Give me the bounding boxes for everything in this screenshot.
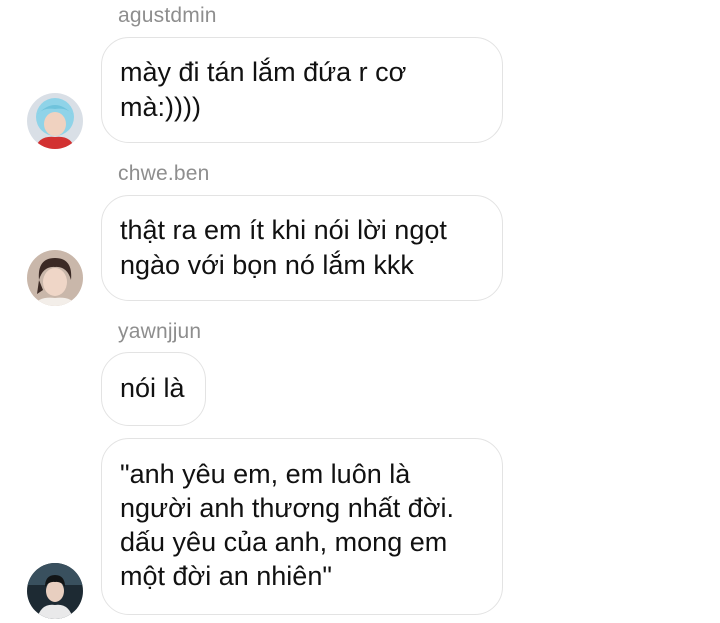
avatar-blue-hair-icon bbox=[27, 93, 83, 149]
avatar-dark-hair-icon bbox=[27, 250, 83, 306]
user-avatar[interactable] bbox=[27, 250, 83, 306]
message-username[interactable]: agustdmin bbox=[118, 4, 217, 28]
user-avatar[interactable] bbox=[27, 563, 83, 619]
message-username[interactable]: chwe.ben bbox=[118, 162, 210, 186]
message-bubble[interactable]: mày đi tán lắm đứa r cơ mà:)))) bbox=[101, 37, 503, 143]
message-bubble[interactable]: thật ra em ít khi nói lời ngọt ngào với … bbox=[101, 195, 503, 301]
user-avatar[interactable] bbox=[27, 93, 83, 149]
message-bubble[interactable]: "anh yêu em, em luôn là người anh thương… bbox=[101, 438, 503, 615]
avatar-photo-icon bbox=[27, 563, 83, 619]
message-thread: agustdmin mày đi tán lắm đứa r cơ mà:)))… bbox=[0, 0, 720, 623]
message-bubble[interactable]: nói là bbox=[101, 352, 206, 426]
message-username[interactable]: yawnjjun bbox=[118, 320, 201, 344]
